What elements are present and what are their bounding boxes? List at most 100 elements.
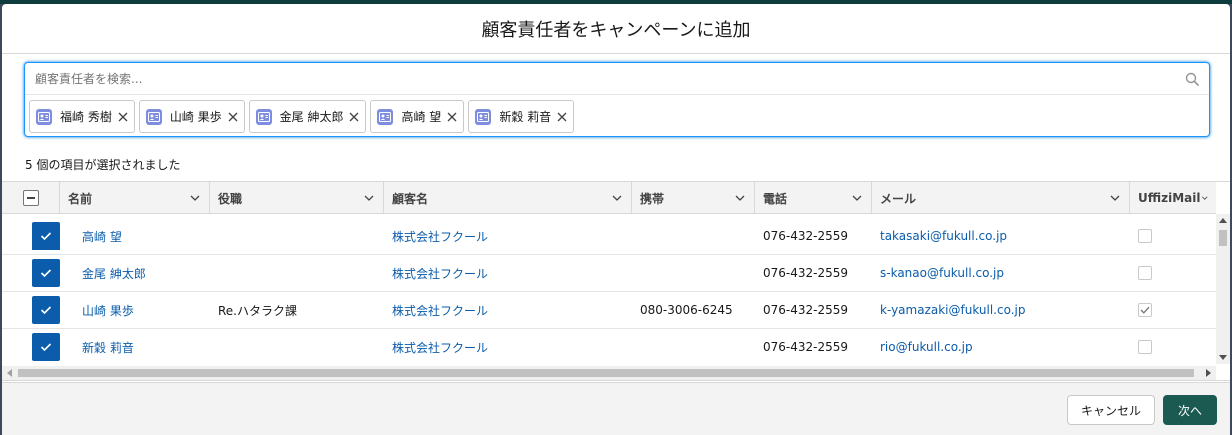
checkmark-icon xyxy=(40,269,52,278)
modal-title: 顧客責任者をキャンペーンに追加 xyxy=(481,19,751,41)
column-label: 名前 xyxy=(68,191,93,206)
title-cell xyxy=(210,218,384,254)
column-header-title[interactable]: 役職 xyxy=(210,182,384,214)
column-label: 携帯 xyxy=(640,191,665,206)
column-header-account[interactable]: 顧客名 xyxy=(384,182,632,214)
select-all-checkbox[interactable] xyxy=(22,190,39,206)
contact-name-link[interactable]: 山崎 果歩 xyxy=(74,292,210,328)
contact-name-link[interactable]: 高崎 望 xyxy=(74,218,210,254)
column-header-mobile[interactable]: 携帯 xyxy=(632,182,755,214)
contact-name-link[interactable]: 新穀 莉音 xyxy=(74,329,210,364)
account-name-link[interactable]: 株式会社フクール xyxy=(384,255,632,291)
email-link[interactable]: k-yamazaki@fukull.co.jp xyxy=(872,292,1130,328)
uffizimail-cell xyxy=(1130,255,1216,291)
vertical-scroll-thumb[interactable] xyxy=(1219,230,1227,246)
uffizimail-checkbox xyxy=(1138,266,1152,280)
horizontal-scrollbar[interactable] xyxy=(2,366,1216,380)
cancel-button[interactable]: キャンセル xyxy=(1067,395,1155,425)
phone-cell: 076-432-2559 xyxy=(763,229,849,243)
contact-lookup: 福崎 秀樹 山崎 果歩 金尾 紳太郎 xyxy=(24,62,1210,137)
account-name-link[interactable]: 株式会社フクール xyxy=(384,218,632,254)
row-select-cell xyxy=(2,218,74,254)
remove-pill-icon[interactable] xyxy=(445,110,459,124)
remove-pill-icon[interactable] xyxy=(116,110,130,124)
scroll-down-icon[interactable] xyxy=(1219,355,1227,360)
vertical-scrollbar[interactable] xyxy=(1216,214,1230,364)
column-label: メール xyxy=(880,191,917,206)
title-cell xyxy=(210,329,384,364)
chevron-down-icon[interactable] xyxy=(734,192,746,204)
modal-header: 顧客責任者をキャンペーンに追加 xyxy=(2,4,1230,54)
contact-icon xyxy=(145,108,162,125)
next-button[interactable]: 次へ xyxy=(1163,395,1217,425)
pill-label: 山崎 果歩 xyxy=(169,110,222,124)
chevron-down-icon[interactable] xyxy=(1109,192,1121,204)
modal-footer: キャンセル 次へ xyxy=(2,382,1230,435)
scroll-right-icon[interactable] xyxy=(1206,369,1211,377)
column-label: UffiziMail xyxy=(1138,191,1201,205)
column-header-name[interactable]: 名前 xyxy=(60,182,210,214)
checkmark-icon xyxy=(1140,306,1150,314)
row-checkbox[interactable] xyxy=(32,333,60,361)
selected-pill[interactable]: 山崎 果歩 xyxy=(138,100,245,133)
row-select-cell xyxy=(2,292,74,328)
table-header: 名前 役職 顧客名 携帯 電話 メール UffiziMail xyxy=(2,182,1216,214)
selected-pill[interactable]: 高崎 望 xyxy=(370,100,465,133)
mobile-cell xyxy=(632,218,755,254)
selected-count-text: 5 個の項目が選択されました xyxy=(25,158,181,172)
account-name-link[interactable]: 株式会社フクール xyxy=(384,329,632,364)
column-header-email[interactable]: メール xyxy=(872,182,1130,214)
pill-label: 高崎 望 xyxy=(401,110,442,124)
chevron-down-icon[interactable] xyxy=(189,192,201,204)
contact-icon xyxy=(475,108,492,125)
column-label: 役職 xyxy=(218,191,243,206)
column-header-phone[interactable]: 電話 xyxy=(755,182,872,214)
row-select-cell xyxy=(2,329,74,364)
table-row: 金尾 紳太郎 株式会社フクール 076-432-2559 s-kanao@fuk… xyxy=(2,255,1216,292)
remove-pill-icon[interactable] xyxy=(555,110,569,124)
chevron-down-icon[interactable] xyxy=(851,192,863,204)
contact-search-input[interactable] xyxy=(35,71,1155,86)
row-select-cell xyxy=(2,255,74,291)
email-link[interactable]: rio@fukull.co.jp xyxy=(872,329,1130,364)
row-checkbox[interactable] xyxy=(32,259,60,287)
contact-icon xyxy=(255,108,272,125)
pill-label: 金尾 紳太郎 xyxy=(279,110,344,124)
account-name-link[interactable]: 株式会社フクール xyxy=(384,292,632,328)
contact-name-link[interactable]: 金尾 紳太郎 xyxy=(74,255,210,291)
checkmark-icon xyxy=(40,306,52,315)
scroll-up-icon[interactable] xyxy=(1219,218,1227,223)
checkmark-icon xyxy=(40,232,52,241)
selected-pills: 福崎 秀樹 山崎 果歩 金尾 紳太郎 高崎 望 新穀 莉音 xyxy=(25,95,1209,138)
column-label: 顧客名 xyxy=(392,191,429,206)
horizontal-scroll-thumb[interactable] xyxy=(18,369,1194,377)
chevron-down-icon[interactable] xyxy=(363,192,375,204)
remove-pill-icon[interactable] xyxy=(347,110,361,124)
table-row: 新穀 莉音 株式会社フクール 076-432-2559 rio@fukull.c… xyxy=(2,329,1216,364)
uffizimail-cell xyxy=(1130,329,1216,364)
uffizimail-cell xyxy=(1130,218,1216,254)
phone-cell: 076-432-2559 xyxy=(763,303,849,317)
pill-label: 新穀 莉音 xyxy=(499,110,552,124)
column-header-uffizimail[interactable]: UffiziMail xyxy=(1130,182,1216,214)
email-link[interactable]: s-kanao@fukull.co.jp xyxy=(872,255,1130,291)
mobile-cell: 080-3006-6245 xyxy=(640,303,733,317)
column-label: 電話 xyxy=(763,191,788,206)
chevron-down-icon[interactable] xyxy=(1201,192,1209,204)
search-icon[interactable] xyxy=(1185,72,1199,86)
remove-pill-icon[interactable] xyxy=(226,110,240,124)
row-checkbox[interactable] xyxy=(32,222,60,250)
mobile-cell xyxy=(632,255,755,291)
row-checkbox[interactable] xyxy=(32,296,60,324)
uffizimail-checkbox xyxy=(1138,229,1152,243)
title-cell: Re.ハタラク課 xyxy=(218,303,297,318)
selected-pill[interactable]: 新穀 莉音 xyxy=(468,100,575,133)
chevron-down-icon[interactable] xyxy=(611,192,623,204)
contact-icon xyxy=(36,108,52,125)
selected-pill[interactable]: 金尾 紳太郎 xyxy=(248,100,367,133)
add-to-campaign-modal: 顧客責任者をキャンペーンに追加 福崎 秀樹 xyxy=(2,4,1230,435)
table-body: 高崎 望 株式会社フクール 076-432-2559 takasaki@fuku… xyxy=(2,214,1216,364)
selected-pill[interactable]: 福崎 秀樹 xyxy=(29,100,135,133)
scroll-left-icon[interactable] xyxy=(7,369,12,377)
email-link[interactable]: takasaki@fukull.co.jp xyxy=(872,218,1130,254)
